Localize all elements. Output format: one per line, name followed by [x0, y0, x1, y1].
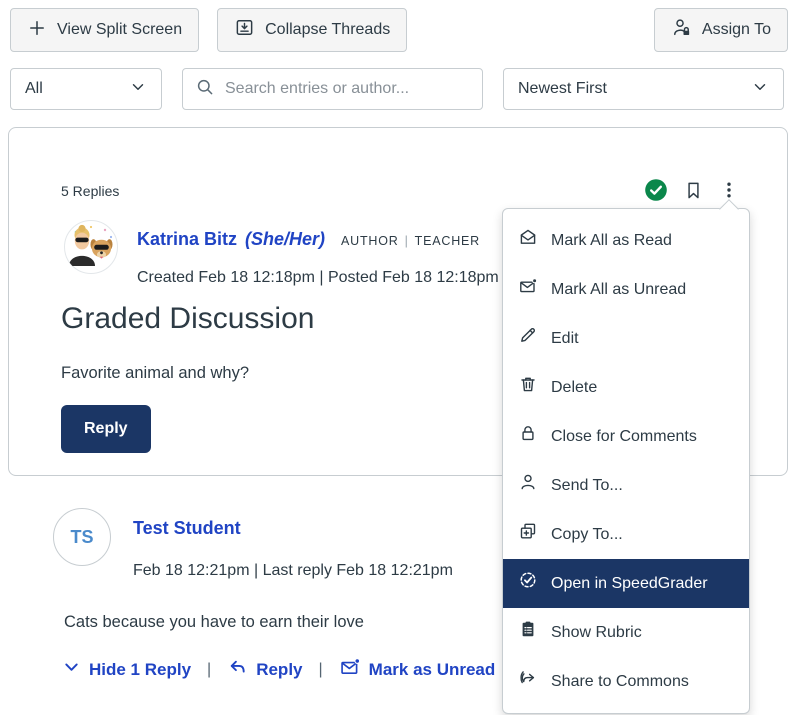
view-split-screen-label: View Split Screen: [57, 21, 182, 39]
search-box: [182, 68, 483, 110]
role-separator: |: [405, 234, 409, 248]
trash-icon: [518, 374, 538, 401]
student-avatar[interactable]: TS: [53, 508, 111, 566]
bookmark-icon[interactable]: [683, 180, 704, 206]
topic-body: Favorite animal and why?: [61, 364, 249, 383]
collapse-threads-button[interactable]: Collapse Threads: [217, 8, 407, 52]
chevron-down-icon: [129, 78, 147, 101]
plus-icon: [27, 18, 47, 43]
menu-item-delete[interactable]: Delete: [503, 363, 749, 412]
menu-item-mark-all-unread[interactable]: Mark All as Unread: [503, 265, 749, 314]
sort-select[interactable]: Newest First: [503, 68, 784, 110]
sort-select-value: Newest First: [518, 80, 607, 98]
published-check-icon: [644, 178, 668, 207]
toggle-replies-label: Hide 1 Reply: [89, 660, 191, 680]
speedgrader-icon: [518, 570, 538, 597]
topic-timestamp: Created Feb 18 12:18pm | Posted Feb 18 1…: [137, 269, 499, 287]
action-separator: |: [207, 661, 211, 679]
menu-item-label: Show Rubric: [551, 622, 642, 644]
author-avatar[interactable]: [63, 219, 119, 275]
search-input[interactable]: [225, 80, 470, 98]
menu-item-label: Delete: [551, 377, 597, 399]
envelope-open-icon: [518, 227, 538, 254]
replies-count: 5 Replies: [61, 183, 119, 199]
view-split-screen-button[interactable]: View Split Screen: [10, 8, 199, 52]
chevron-down-icon: [751, 78, 769, 101]
discussion-page: View Split Screen Collapse Threads Assig…: [0, 0, 796, 715]
menu-item-open-in-speedgrader[interactable]: Open in SpeedGrader: [503, 559, 749, 608]
menu-item-label: Share to Commons: [551, 671, 689, 693]
user-icon: [518, 472, 538, 499]
student-name-link[interactable]: Test Student: [133, 518, 241, 539]
toolbar: View Split Screen Collapse Threads Assig…: [10, 8, 788, 52]
mark-unread-label: Mark as Unread: [369, 660, 496, 680]
thread-actions: Hide 1 Reply | Reply | Mark as Unread: [62, 656, 495, 683]
author-pronouns: (She/Her): [245, 229, 325, 250]
reply-timestamp: Feb 18 12:21pm | Last reply Feb 18 12:21…: [133, 562, 453, 580]
reply-arrow-icon: [227, 657, 248, 683]
pencil-icon: [518, 325, 538, 352]
role-teacher: TEACHER: [415, 234, 480, 248]
envelope-dot-icon: [339, 656, 361, 683]
role-author: AUTHOR: [341, 234, 399, 248]
filter-select-value: All: [25, 80, 43, 98]
filter-row: All Newest First: [10, 68, 788, 110]
topic-title: Graded Discussion: [61, 302, 314, 336]
copy-plus-icon: [518, 521, 538, 548]
menu-item-label: Close for Comments: [551, 426, 697, 448]
menu-item-copy-to[interactable]: Copy To...: [503, 510, 749, 559]
reply-button[interactable]: Reply: [61, 405, 151, 453]
menu-item-edit[interactable]: Edit: [503, 314, 749, 363]
menu-item-share-to-commons[interactable]: Share to Commons: [503, 657, 749, 706]
menu-item-label: Copy To...: [551, 524, 623, 546]
assign-to-label: Assign To: [702, 21, 771, 39]
role-badges: AUTHOR | TEACHER: [341, 234, 480, 248]
author-name-link[interactable]: Katrina Bitz: [137, 229, 237, 250]
menu-item-label: Mark All as Unread: [551, 279, 686, 301]
commons-icon: [518, 668, 538, 695]
menu-item-show-rubric[interactable]: Show Rubric: [503, 608, 749, 657]
menu-item-label: Open in SpeedGrader: [551, 573, 708, 595]
rubric-icon: [518, 619, 538, 646]
filter-select[interactable]: All: [10, 68, 162, 110]
menu-item-mark-all-read[interactable]: Mark All as Read: [503, 216, 749, 265]
reply-link[interactable]: Reply: [227, 657, 302, 683]
envelope-dot-icon: [518, 276, 538, 303]
reply-link-label: Reply: [256, 660, 302, 680]
reply-body: Cats because you have to earn their love: [64, 613, 364, 632]
assign-to-icon: [671, 17, 692, 43]
toggle-replies-link[interactable]: Hide 1 Reply: [62, 658, 191, 682]
collapse-threads-icon: [234, 17, 255, 43]
author-line: Katrina Bitz (She/Her) AUTHOR | TEACHER: [137, 229, 480, 250]
topic-options-menu: Mark All as Read Mark All as Unread Edit…: [502, 208, 750, 714]
assign-to-button[interactable]: Assign To: [654, 8, 788, 52]
search-icon: [195, 77, 215, 102]
menu-item-close-for-comments[interactable]: Close for Comments: [503, 412, 749, 461]
lock-icon: [518, 423, 538, 450]
mark-unread-link[interactable]: Mark as Unread: [339, 656, 496, 683]
menu-item-label: Edit: [551, 328, 579, 350]
action-separator: |: [319, 661, 323, 679]
chevron-down-icon: [62, 658, 81, 682]
collapse-threads-label: Collapse Threads: [265, 21, 390, 39]
menu-item-label: Send To...: [551, 475, 623, 497]
menu-item-send-to[interactable]: Send To...: [503, 461, 749, 510]
menu-item-label: Mark All as Read: [551, 230, 672, 252]
